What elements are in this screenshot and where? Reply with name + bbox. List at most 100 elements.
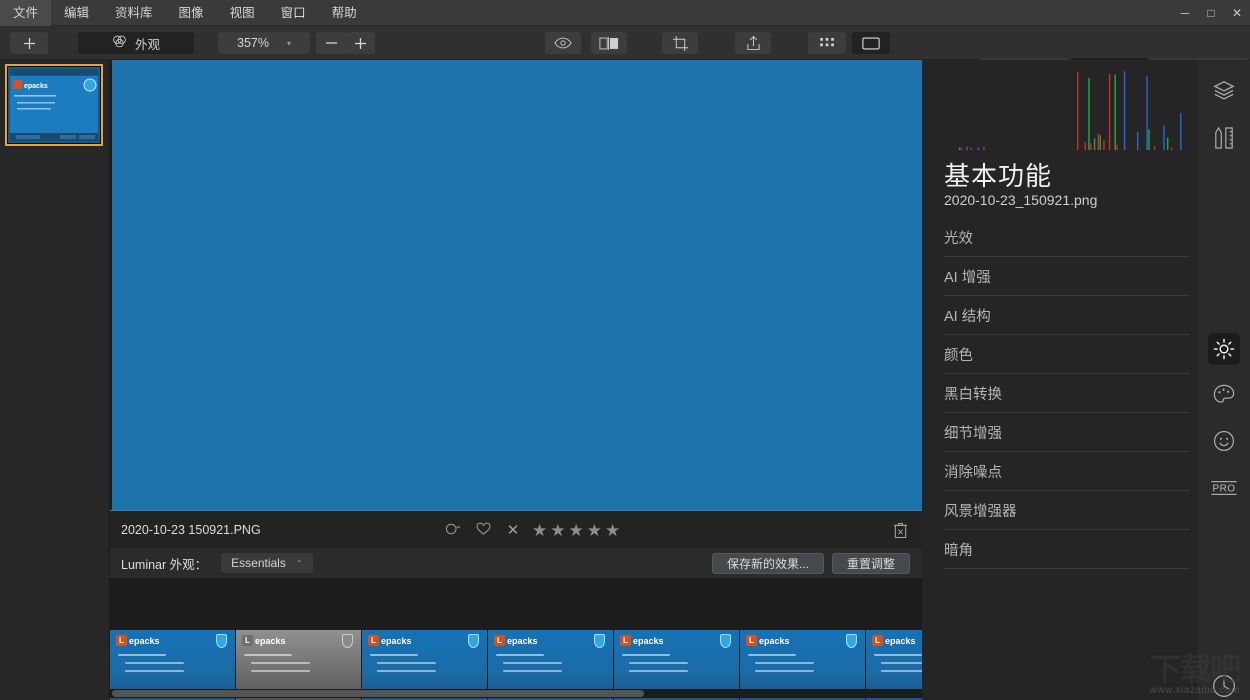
favorite-heart-icon[interactable] [468,522,498,539]
rating-controls: ✕ ★ ★ ★ ★ ★ [438,511,620,549]
menu-item-image[interactable]: 图像 [166,0,217,26]
star-1[interactable]: ★ [532,522,547,539]
menu-item-view[interactable]: 视图 [217,0,268,26]
feature-item-bw-conversion[interactable]: 黑白转换 [944,374,1189,413]
luminar-window: 文件 编辑 资料库 图像 视图 窗口 帮助 ─ □ ✕ 外观 357% ▾ ep… [0,0,1250,700]
canvas-tools-icon[interactable] [1210,124,1238,152]
main-toolbar: 外观 357% ▾ [0,26,1250,82]
minimize-icon[interactable]: ─ [1172,0,1198,26]
window-controls: ─ □ ✕ [1172,0,1250,26]
star-3[interactable]: ★ [569,522,584,539]
preset-logo-text: epacks [255,635,286,646]
color-label-icon[interactable] [438,522,468,539]
shield-icon [216,634,227,648]
preset-logo-letter: L [872,635,883,646]
maximize-icon[interactable]: □ [1198,0,1224,26]
creative-palette-icon[interactable] [1210,381,1238,409]
rgb-histogram [942,64,1182,150]
preset-logo-text: epacks [633,635,664,646]
menu-item-edit[interactable]: 编辑 [51,0,102,26]
save-new-look-button[interactable]: 保存新的效果... [711,552,824,574]
filmstrip-thumbnail-selected[interactable]: epacks [5,64,103,146]
preset-logo: L epacks [494,635,538,646]
star-rating[interactable]: ★ ★ ★ ★ ★ [532,522,620,539]
feature-item-vignette[interactable]: 暗角 [944,530,1189,569]
reset-adjustments-button[interactable]: 重置调整 [831,552,910,574]
zoom-in-button[interactable] [345,32,375,54]
close-icon[interactable]: ✕ [1224,0,1250,26]
star-4[interactable]: ★ [587,522,602,539]
canvas-filename-label: 2020-10-23 150921.PNG [121,522,261,537]
looks-bar-label: Luminar 外观： [121,557,208,572]
preset-logo-text: epacks [759,635,790,646]
zoom-level-value: 357% [237,36,269,50]
preset-logo-text: epacks [129,635,160,646]
history-clock-icon[interactable] [1210,672,1238,700]
layers-icon[interactable] [1210,76,1238,104]
before-after-button[interactable] [591,32,627,54]
preset-logo-text: epacks [885,635,916,646]
preset-logo-letter: L [494,635,505,646]
preset-preview-lines [748,654,835,678]
feature-item-landscape-enhancer[interactable]: 风景增强器 [944,491,1189,530]
pro-icon[interactable]: PRO [1207,474,1241,502]
grid-view-button[interactable] [808,32,846,54]
zoom-level-select[interactable]: 357% ▾ [218,32,310,54]
shield-icon [594,634,605,648]
share-button[interactable] [735,32,771,54]
preset-logo: L epacks [620,635,664,646]
preset-preview-lines [622,654,709,678]
preset-logo: L epacks [368,635,412,646]
menu-item-window[interactable]: 窗口 [268,0,319,26]
preset-logo-letter: L [242,635,253,646]
menu-bar: 文件 编辑 资料库 图像 视图 窗口 帮助 ─ □ ✕ [0,0,1250,26]
looks-category-value: Essentials [231,556,286,570]
feature-item-color[interactable]: 颜色 [944,335,1189,374]
preset-logo: L epacks [242,635,286,646]
svg-text:epacks: epacks [24,83,48,90]
looks-category-dropdown[interactable]: Essentials ⌃ [221,553,313,573]
image-canvas[interactable] [112,60,922,510]
delete-image-button[interactable] [893,522,908,544]
feature-item-details-enhancer[interactable]: 细节增强 [944,413,1189,452]
edit-panel: 基本功能 2020-10-23_150921.png 光效 AI 增强 AI 结… [922,60,1250,700]
shield-icon [720,634,731,648]
single-view-button[interactable] [852,32,890,54]
tool-rail: PRO [1198,60,1250,700]
looks-toggle-button[interactable]: 外观 [78,32,194,54]
menu-item-file[interactable]: 文件 [0,0,52,26]
preset-scrollbar-thumb[interactable] [112,690,644,697]
menu-item-help[interactable]: 帮助 [319,0,370,26]
preset-preview-lines [370,654,457,678]
essentials-sun-icon[interactable] [1208,333,1240,365]
preset-logo-text: epacks [507,635,538,646]
reject-x-icon[interactable]: ✕ [498,521,528,539]
preset-logo: L epacks [872,635,916,646]
preset-scrollbar[interactable] [110,689,922,698]
menu-item-library[interactable]: 资料库 [102,0,166,26]
star-5[interactable]: ★ [605,522,620,539]
preset-logo-letter: L [368,635,379,646]
shield-icon [468,634,479,648]
preview-eye-button[interactable] [545,32,581,54]
page-title: 基本功能 [944,161,1053,191]
portrait-face-icon[interactable] [1210,427,1238,455]
feature-item-ai-structure[interactable]: AI 结构 [944,296,1189,335]
star-2[interactable]: ★ [550,522,565,539]
chevron-up-icon: ⌃ [295,558,303,568]
feature-item-ai-enhance[interactable]: AI 增强 [944,257,1189,296]
preset-logo-text: epacks [381,635,412,646]
preset-logo-letter: L [620,635,631,646]
feature-item-light[interactable]: 光效 [944,218,1189,257]
feature-item-denoise[interactable]: 消除噪点 [944,452,1189,491]
image-info-strip: 2020-10-23 150921.PNG ✕ ★ ★ ★ ★ ★ [110,510,922,548]
thumbnail-image: epacks [8,67,100,143]
preset-preview-lines [874,654,922,678]
preset-preview-lines [496,654,583,678]
preset-logo-letter: L [116,635,127,646]
add-image-button[interactable] [10,32,48,54]
preset-preview-lines [118,654,205,678]
filmstrip-panel: epacks [0,60,110,700]
crop-button[interactable] [662,32,698,54]
zoom-out-button[interactable] [316,32,346,54]
